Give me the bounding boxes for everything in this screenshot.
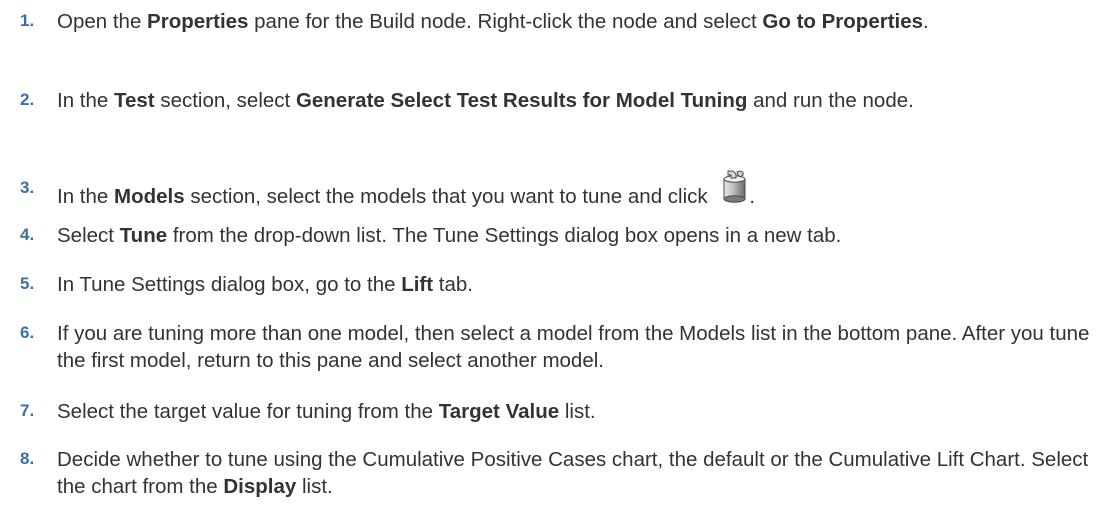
step-8: 8. Decide whether to tune using the Cumu… [0,446,1116,500]
database-action-icon[interactable] [719,170,749,213]
step-7: 7. Select the target value for tuning fr… [0,398,1116,425]
step-4: 4. Select Tune from the drop-down list. … [0,222,1116,249]
step-number: 3. [20,178,35,197]
step-text: Select Tune from the drop-down list. The… [57,224,842,247]
step-2: 2. In the Test section, select Generate … [0,87,1116,114]
step-text: In the Models section, select the models… [57,170,1116,213]
step-number: 2. [20,90,35,109]
step-number: 1. [20,11,35,30]
step-number: 4. [20,225,35,244]
step-number: 7. [20,401,35,420]
step-5: 5. In Tune Settings dialog box, go to th… [0,271,1116,298]
step-number: 8. [20,449,35,468]
step-number: 5. [20,274,35,293]
step-3: 3. In the Models section, select the mod… [0,170,1116,213]
step-1: 1. Open the Properties pane for the Buil… [0,8,1116,35]
step-text: If you are tuning more than one model, t… [57,322,1090,372]
step-text: Select the target value for tuning from … [57,400,596,423]
step-text: Decide whether to tune using the Cumulat… [57,448,1089,498]
step-text: Open the Properties pane for the Build n… [57,10,929,33]
step-number: 6. [20,323,35,342]
step-6: 6. If you are tuning more than one model… [0,320,1116,374]
step-text: In the Test section, select Generate Sel… [57,89,914,112]
step-text: In Tune Settings dialog box, go to the L… [57,273,473,296]
